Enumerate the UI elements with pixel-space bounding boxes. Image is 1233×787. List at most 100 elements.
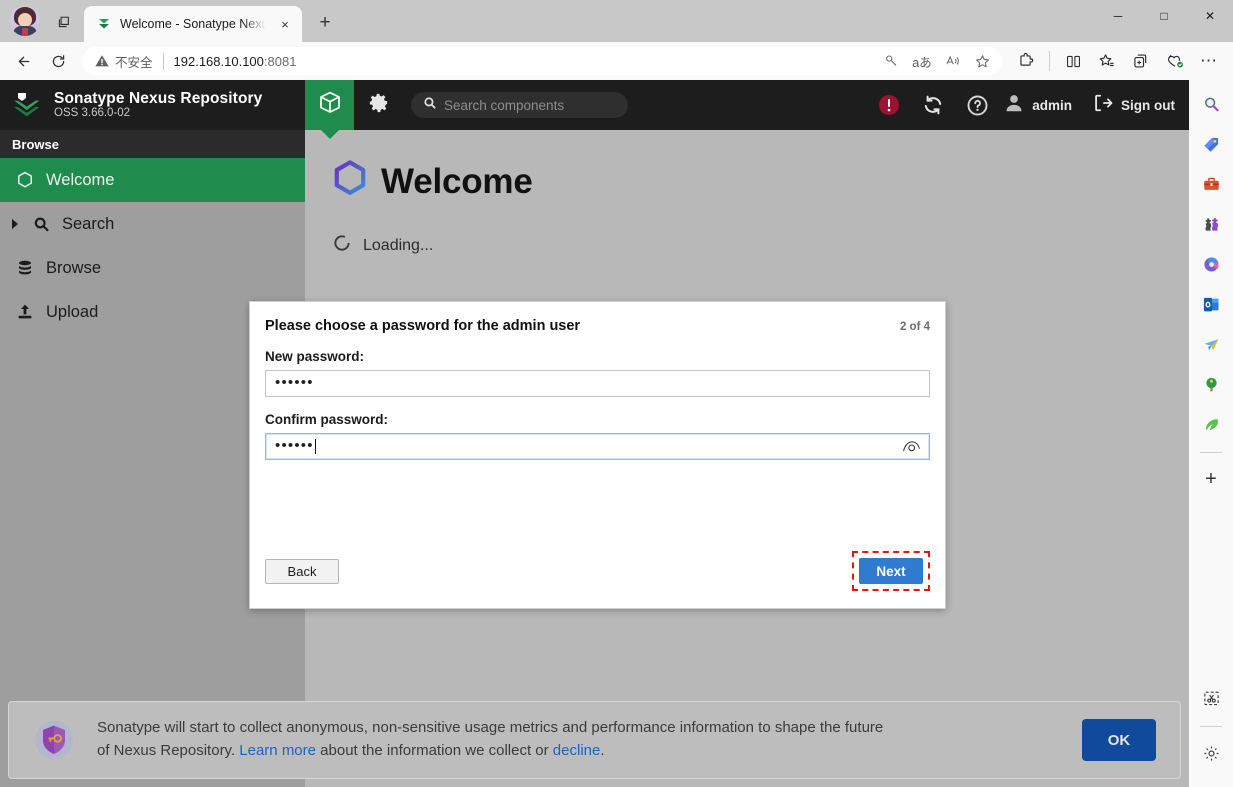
browser-essentials-icon[interactable] [1159,46,1191,76]
maximize-icon[interactable]: □ [1141,0,1187,32]
reload-icon[interactable] [42,46,74,76]
hexagon-gradient-icon [333,160,367,203]
address-bar[interactable]: 不安全 192.168.10.100:8081 aあ [82,47,1002,75]
search-placeholder: Search components [444,98,564,113]
upload-icon [14,303,36,321]
split-screen-icon[interactable] [1057,46,1089,76]
dialog-title: Please choose a password for the admin u… [265,318,900,334]
sign-out-button[interactable]: Sign out [1080,93,1175,118]
next-button-highlight: Next [852,551,930,591]
screenshot-icon[interactable] [1195,682,1227,714]
sidebar-item-browse[interactable]: Browse [0,246,305,290]
paper-plane-icon[interactable] [1195,328,1227,360]
settings-gear-icon[interactable] [1195,737,1227,769]
welcome-header: Welcome [333,160,1189,203]
eye-reveal-icon[interactable] [902,439,921,454]
not-secure-warning-icon [94,53,110,69]
nexus-header-actions: admin Sign out [867,80,1189,130]
sidebar-add-icon[interactable]: + [1195,463,1227,495]
nexus-brand-text: Sonatype Nexus Repository OSS 3.66.0-02 [54,90,262,120]
new-password-input[interactable]: •••••• [265,370,930,397]
collections-icon[interactable] [1091,46,1123,76]
confirm-password-input[interactable]: •••••• [265,433,930,460]
profile-avatar[interactable] [10,6,40,36]
hexagon-icon [14,171,36,189]
sidebar-divider [1200,452,1222,453]
games-icon[interactable] [1195,208,1227,240]
tree-icon[interactable] [1195,368,1227,400]
tab-title: Welcome - Sonatype Nexus Repo [120,17,266,31]
password-setup-dialog: Please choose a password for the admin u… [249,301,946,609]
sidebar-item-welcome[interactable]: Welcome [0,158,305,202]
favorite-star-icon[interactable] [968,48,996,74]
sidebar-item-label: Browse [46,259,101,278]
help-circle-icon[interactable] [955,94,999,117]
url-text: 192.168.10.100:8081 [174,54,297,69]
telemetry-banner-text: Sonatype will start to collect anonymous… [97,717,897,763]
text-caret [315,439,316,454]
decline-link[interactable]: decline [553,742,601,759]
dialog-header: Please choose a password for the admin u… [265,318,930,334]
sidebar-item-label: Upload [46,303,98,322]
sign-out-label: Sign out [1121,98,1175,113]
minimize-icon[interactable]: ─ [1095,0,1141,32]
back-button[interactable]: Back [265,559,339,584]
dialog-footer: Back Next [265,551,930,608]
alert-circle-icon[interactable] [867,93,911,117]
nexus-version: OSS 3.66.0-02 [54,107,262,120]
add-tab-icon[interactable] [1125,46,1157,76]
read-aloud-icon[interactable] [938,48,966,74]
ok-button[interactable]: OK [1082,719,1156,761]
sidebar-section-title: Browse [0,130,305,158]
browser-titlebar: Welcome - Sonatype Nexus Repo × + ─ □ ✕ [0,0,1233,42]
shopping-tag-icon[interactable] [1195,128,1227,160]
tab-admin[interactable] [354,80,403,130]
avatar [1003,92,1025,119]
translate-icon[interactable]: aあ [908,48,936,74]
security-status-label: 不安全 [115,52,153,71]
refresh-icon[interactable] [911,93,955,117]
browser-tab[interactable]: Welcome - Sonatype Nexus Repo × [84,6,302,42]
user-name: admin [1032,98,1072,113]
database-icon [14,259,36,277]
extensions-icon[interactable] [1010,46,1042,76]
avatar-face [18,13,32,27]
url-host: 192.168.10.100 [174,54,264,69]
banner-text-part2: about the information we collect or [316,742,553,759]
close-window-icon[interactable]: ✕ [1187,0,1233,32]
search-icon [30,216,52,233]
confirm-password-value: •••••• [275,438,314,453]
sidebar-item-search[interactable]: Search [0,202,305,246]
back-icon[interactable] [8,46,40,76]
loading-text: Loading... [363,237,433,255]
key-icon[interactable] [878,48,906,74]
workspaces-icon[interactable] [48,6,80,36]
microsoft365-icon[interactable] [1195,248,1227,280]
search-icon[interactable] [1195,88,1227,120]
edge-sidebar: + [1189,80,1233,787]
outlook-icon[interactable] [1195,288,1227,320]
gear-icon [367,91,390,119]
sidebar-item-label: Welcome [46,171,114,190]
avatar-tie [22,28,28,36]
search-components-input[interactable]: Search components [411,92,628,118]
tools-briefcase-icon[interactable] [1195,168,1227,200]
close-icon[interactable]: × [274,13,296,35]
url-divider [163,53,164,70]
more-options-icon[interactable]: ⋯ [1193,46,1225,76]
nexus-title: Sonatype Nexus Repository [54,90,262,107]
new-tab-button[interactable]: + [310,8,340,38]
banner-text-part3: . [600,742,604,759]
user-menu[interactable]: admin [999,92,1080,119]
tab-browse[interactable] [305,80,354,130]
chevron-right-icon[interactable] [12,219,18,229]
learn-more-link[interactable]: Learn more [239,742,316,759]
sidebar-bottom-divider [1200,726,1222,727]
bird-icon[interactable] [1195,408,1227,440]
next-button[interactable]: Next [859,558,923,584]
nexus-favicon [96,16,112,32]
nexus-brand[interactable]: Sonatype Nexus Repository OSS 3.66.0-02 [0,80,305,130]
sign-out-icon [1092,93,1114,118]
search-icon [423,96,437,115]
toolbar-divider [1049,51,1050,71]
